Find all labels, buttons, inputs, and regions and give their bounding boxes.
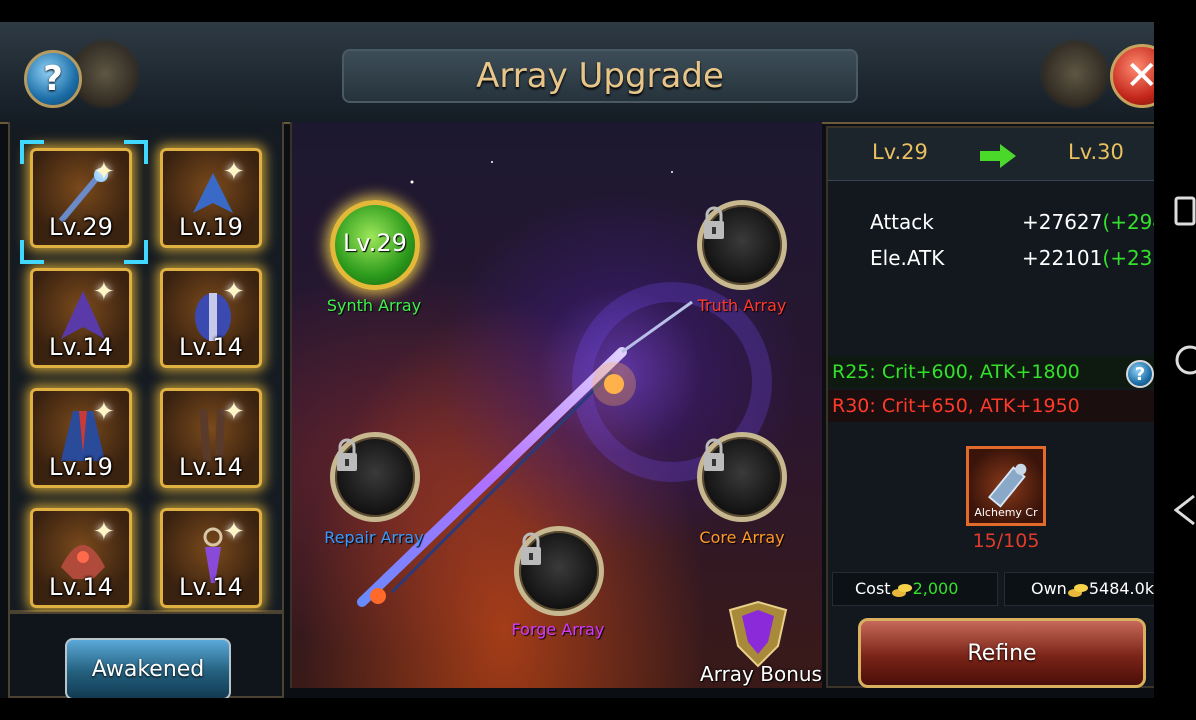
stat-delta: (+2352 (1102, 246, 1154, 270)
stat-base: +27627 (1022, 210, 1103, 234)
cost-box: Cost 2,000 (832, 572, 998, 606)
stat-delta: (+2940 (1102, 210, 1154, 234)
equipment-slot[interactable]: ✦ Lv.14 (160, 508, 262, 608)
slot-level: Lv.14 (179, 453, 243, 481)
gold-coin-icon (891, 583, 912, 597)
equipment-slot[interactable]: ✦ Lv.19 (30, 388, 132, 488)
array-bonus-button[interactable]: Array Bonus (696, 600, 822, 688)
upgrade-panel: Lv.29 Lv.30 Attack +27627(+2940 Ele.ATK … (826, 126, 1154, 688)
page-title: Array Upgrade (476, 56, 724, 96)
sparkle-icon: ✦ (93, 397, 115, 427)
slot-level: Lv.14 (179, 333, 243, 361)
repair-array-node[interactable] (330, 432, 420, 522)
equipment-slot[interactable]: ✦ Lv.14 (30, 268, 132, 368)
selection-corner (20, 240, 44, 264)
stat-base: +22101 (1022, 246, 1103, 270)
cost-value: 2,000 (912, 579, 959, 598)
emblem-icon (728, 600, 788, 668)
repair-array-label: Repair Array (324, 528, 424, 547)
slot-level: Lv.29 (49, 213, 113, 241)
gold-coin-icon (1067, 583, 1088, 597)
selection-corner (20, 140, 44, 164)
synth-array-label: Synth Array (326, 296, 422, 315)
back-icon[interactable] (1174, 494, 1196, 526)
synth-array-level: Lv.29 (343, 229, 407, 257)
own-value: 5484.0k (1088, 579, 1154, 598)
game-window: ? Array Upgrade ✕ ✦ Lv.29 ✦ Lv.19 ✦ Lv.1… (0, 22, 1154, 698)
awakened-area: Awakened (8, 612, 284, 698)
forge-array-label: Forge Array (511, 620, 605, 639)
equipment-slot[interactable]: ✦ Lv.19 (160, 148, 262, 248)
ornament-right (1040, 36, 1110, 112)
slot-level: Lv.14 (49, 333, 113, 361)
cost-label: Cost (855, 579, 891, 598)
selection-corner (124, 140, 148, 164)
equipment-slot[interactable]: ✦ Lv.29 (30, 148, 132, 248)
slot-level: Lv.14 (49, 573, 113, 601)
sparkle-icon: ✦ (223, 157, 245, 187)
slot-level: Lv.14 (179, 573, 243, 601)
current-level: Lv.29 (872, 140, 928, 164)
core-array-label: Core Array (699, 528, 785, 547)
next-level: Lv.30 (1068, 140, 1124, 164)
material-item[interactable]: Alchemy Cr (966, 446, 1046, 526)
equipment-list: ✦ Lv.29 ✦ Lv.19 ✦ Lv.14 ✦ Lv.14 ✦ Lv.19 … (8, 122, 284, 612)
truth-array-node[interactable] (697, 200, 787, 290)
array-scene: Lv.29 Synth Array Truth Array Repair Arr… (290, 122, 822, 688)
rank-bonus-r30: R30: Crit+650, ATK+1950 (828, 390, 1154, 422)
system-nav-bar (1154, 0, 1196, 720)
equipment-slot[interactable]: ✦ Lv.14 (160, 268, 262, 368)
own-label: Own (1031, 579, 1067, 598)
help-button[interactable]: ? (24, 50, 82, 108)
close-button[interactable]: ✕ (1110, 44, 1154, 108)
stat-value: +22101(+2352 (1022, 246, 1154, 270)
sparkle-icon: ✦ (93, 517, 115, 547)
arrow-right-icon (980, 144, 1016, 168)
equipment-slot[interactable]: ✦ Lv.14 (30, 508, 132, 608)
sparkle-icon: ✦ (93, 277, 115, 307)
rank-bonus-r25: R25: Crit+600, ATK+1800 (828, 356, 1154, 388)
lock-icon (704, 206, 724, 239)
bonus-help-button[interactable]: ? (1126, 360, 1154, 388)
selection-corner (124, 240, 148, 264)
array-bonus-label: Array Bonus (700, 662, 822, 686)
question-icon: ? (43, 59, 63, 99)
title-bar: Array Upgrade (342, 49, 858, 103)
stat-value: +27627(+2940 (1022, 210, 1154, 234)
slot-level: Lv.19 (179, 213, 243, 241)
sparkle-icon: ✦ (223, 277, 245, 307)
stat-name: Attack (870, 210, 934, 234)
sparkle-icon: ✦ (223, 517, 245, 547)
material-count: 15/105 (972, 530, 1040, 552)
refine-button[interactable]: Refine (858, 618, 1146, 688)
slot-level: Lv.19 (49, 453, 113, 481)
equipment-slot[interactable]: ✦ Lv.14 (160, 388, 262, 488)
sparkle-icon: ✦ (93, 157, 115, 187)
forge-array-node[interactable] (514, 526, 604, 616)
lock-icon (521, 532, 541, 565)
material-name: Alchemy Cr (974, 506, 1038, 519)
recents-icon[interactable] (1174, 196, 1196, 226)
home-icon[interactable] (1174, 344, 1196, 376)
truth-array-label: Truth Array (697, 296, 787, 315)
synth-array-node[interactable]: Lv.29 (330, 200, 420, 290)
level-row: Lv.29 Lv.30 (828, 128, 1154, 181)
header: ? Array Upgrade ✕ (0, 22, 1154, 124)
close-icon: ✕ (1125, 53, 1154, 99)
awakened-button[interactable]: Awakened (65, 638, 231, 698)
own-box: Own 5484.0k (1004, 572, 1154, 606)
core-array-node[interactable] (697, 432, 787, 522)
lock-icon (337, 438, 357, 471)
stat-name: Ele.ATK (870, 246, 945, 270)
sparkle-icon: ✦ (223, 397, 245, 427)
lock-icon (704, 438, 724, 471)
